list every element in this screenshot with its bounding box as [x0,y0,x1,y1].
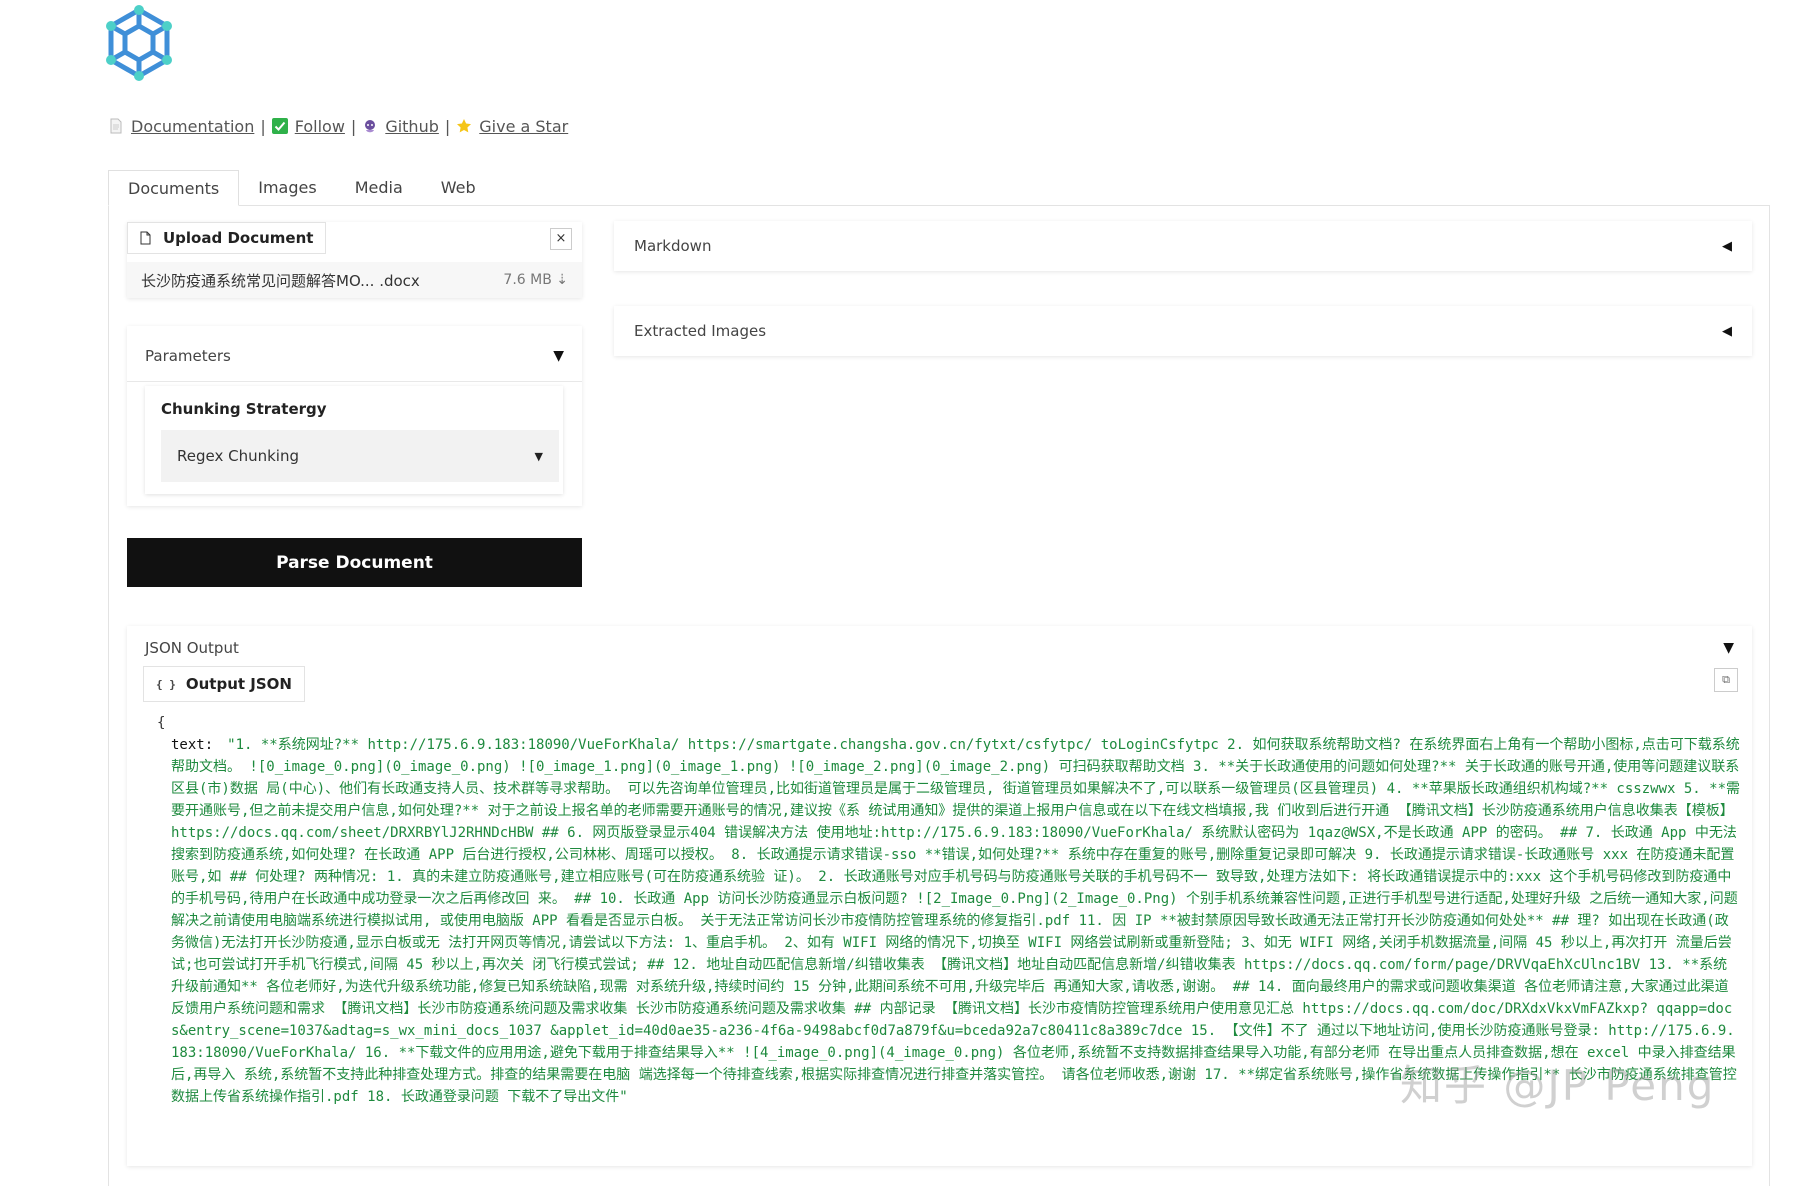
markdown-title: Markdown [634,237,712,255]
tab-images[interactable]: Images [239,170,335,206]
json-open-brace: { [157,715,166,731]
expand-caret-icon[interactable]: ◀ [1722,324,1732,339]
parameters-title: Parameters [145,347,231,365]
clear-upload-button[interactable]: × [550,228,572,250]
star-icon [457,119,472,133]
file-name: 长沙防疫通系统常见问题解答MO... .docx [141,271,420,290]
parameters-header[interactable]: Parameters ▼ [145,344,564,368]
main-tabs: Documents Images Media Web [108,170,495,206]
app-logo [106,5,172,81]
chevron-down-icon: ▼ [534,449,543,463]
markdown-accordion[interactable]: Markdown ◀ [614,221,1752,271]
copy-icon[interactable]: ⧉ [1714,668,1738,692]
uploaded-file-row[interactable]: 长沙防疫通系统常见问题解答MO... .docx 7.6 MB ⇣ [127,262,582,298]
watermark: 知乎 @JP Peng [1400,1061,1716,1110]
tab-documents[interactable]: Documents [108,170,240,206]
json-string: "1. **系统网址?** http://175.6.9.183:18090/V… [171,737,1740,1105]
separator: | [260,116,266,136]
chunking-strategy-dropdown[interactable]: Regex Chunking ▼ [161,430,559,482]
collapse-caret-icon[interactable]: ▼ [1723,640,1734,656]
upload-panel: Upload Document × 长沙防疫通系统常见问题解答MO... .do… [127,222,582,298]
github-link[interactable]: Github [385,117,439,136]
json-key: text: [171,737,214,753]
give-a-star-link[interactable]: Give a Star [479,117,568,136]
output-json-text: Output JSON [185,675,292,693]
divider [127,381,582,382]
documentation-link[interactable]: Documentation [131,117,254,136]
document-icon [110,118,122,134]
chunking-strategy-box: Chunking Stratergy Regex Chunking ▼ [145,386,563,494]
json-output-header[interactable]: JSON Output ▼ [145,636,1734,660]
parameters-panel: Parameters ▼ Chunking Stratergy Regex Ch… [127,326,582,506]
json-output-title: JSON Output [145,639,239,657]
collapse-caret-icon[interactable]: ▼ [553,348,564,364]
separator: | [350,116,357,136]
file-size: 7.6 MB ⇣ [503,272,568,288]
separator: | [444,116,451,136]
check-icon [271,118,288,134]
extracted-images-title: Extracted Images [634,322,767,340]
tab-web[interactable]: Web [422,170,495,206]
parse-document-button[interactable]: Parse Document [127,538,582,587]
tab-media[interactable]: Media [336,170,422,206]
chunking-strategy-label: Chunking Stratergy [161,400,327,418]
chunking-strategy-value: Regex Chunking [177,447,299,465]
output-json-label: { } Output JSON [143,666,305,702]
expand-caret-icon[interactable]: ◀ [1722,239,1732,254]
follow-link[interactable]: Follow [295,117,345,136]
file-icon [140,231,151,245]
extracted-images-accordion[interactable]: Extracted Images ◀ [614,306,1752,356]
json-braces-icon: { } [156,677,176,691]
github-octocat-icon [365,120,376,133]
upload-document-text: Upload Document [163,229,314,247]
upload-document-label: Upload Document [127,222,327,254]
header-links: Documentation | Follow | Github | Give a… [108,114,568,138]
